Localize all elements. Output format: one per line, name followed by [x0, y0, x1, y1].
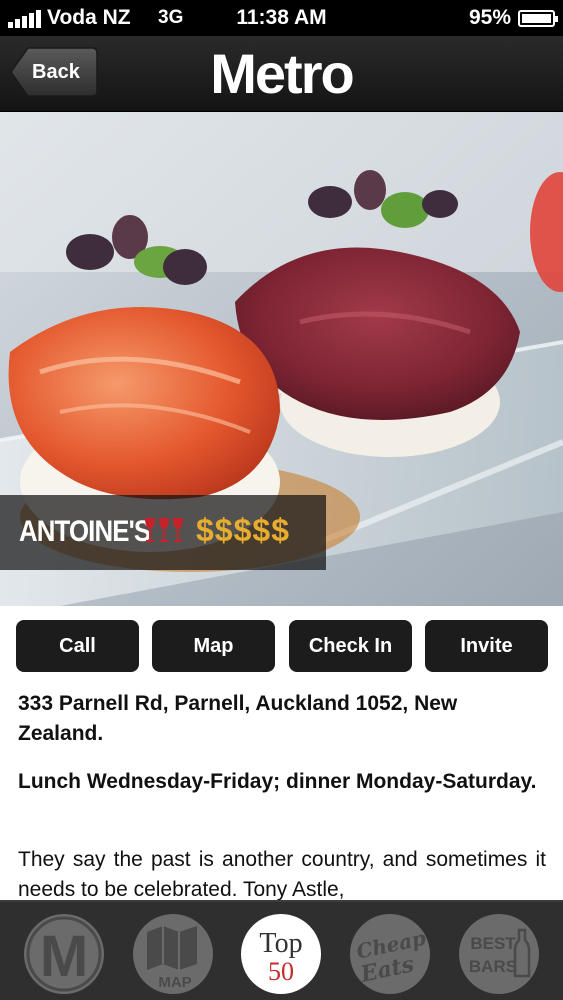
- best-bars-line1: BEST: [470, 934, 516, 953]
- wine-glasses-icon: [145, 518, 183, 542]
- map-tab-label: MAP: [158, 974, 191, 991]
- battery-percentage: 95%: [468, 6, 511, 29]
- tab-metro[interactable]: M: [24, 914, 104, 994]
- metro-m-icon: M: [26, 916, 102, 992]
- tab-bar: M MAP Top 50 Cheap Eats BEST BARS: [0, 900, 563, 1000]
- tab-top-50[interactable]: Top 50: [241, 914, 321, 994]
- top-50-icon: Top 50: [259, 928, 302, 986]
- battery-icon: [518, 10, 558, 27]
- status-bar: Voda NZ 3G 11:38 AM 95%: [0, 0, 563, 36]
- navigation-bar: Back Metro: [0, 36, 563, 112]
- check-in-button[interactable]: Check In: [289, 620, 412, 672]
- tab-cheap-eats[interactable]: Cheap Eats: [350, 914, 430, 994]
- call-button[interactable]: Call: [16, 620, 139, 672]
- restaurant-address: 333 Parnell Rd, Parnell, Auckland 1052, …: [18, 692, 458, 745]
- action-buttons: Call Map Check In Invite: [16, 620, 548, 672]
- best-bars-line2: BARS: [469, 957, 517, 976]
- invite-button[interactable]: Invite: [425, 620, 548, 672]
- top-50-line2: 50: [268, 957, 294, 986]
- map-icon: MAP: [147, 926, 197, 991]
- cheap-eats-icon: Cheap Eats: [354, 926, 428, 988]
- best-bars-icon: BEST BARS: [469, 928, 531, 978]
- restaurant-description: They say the past is another country, an…: [18, 848, 546, 901]
- opening-hours: Lunch Wednesday-Friday; dinner Monday-Sa…: [18, 770, 537, 793]
- map-button[interactable]: Map: [152, 620, 275, 672]
- page-title: Metro: [210, 42, 354, 105]
- restaurant-photo: ANTOINE'S $$$$$: [0, 112, 563, 606]
- metro-m-text: M: [40, 924, 88, 989]
- top-50-line1: Top: [259, 928, 302, 959]
- restaurant-name: ANTOINE'S: [19, 515, 151, 548]
- price-rating: $$$$$: [196, 512, 290, 548]
- restaurant-name-bar: ANTOINE'S $$$$$: [0, 495, 326, 570]
- tab-map[interactable]: MAP: [133, 914, 213, 994]
- tab-best-bars[interactable]: BEST BARS: [459, 914, 539, 994]
